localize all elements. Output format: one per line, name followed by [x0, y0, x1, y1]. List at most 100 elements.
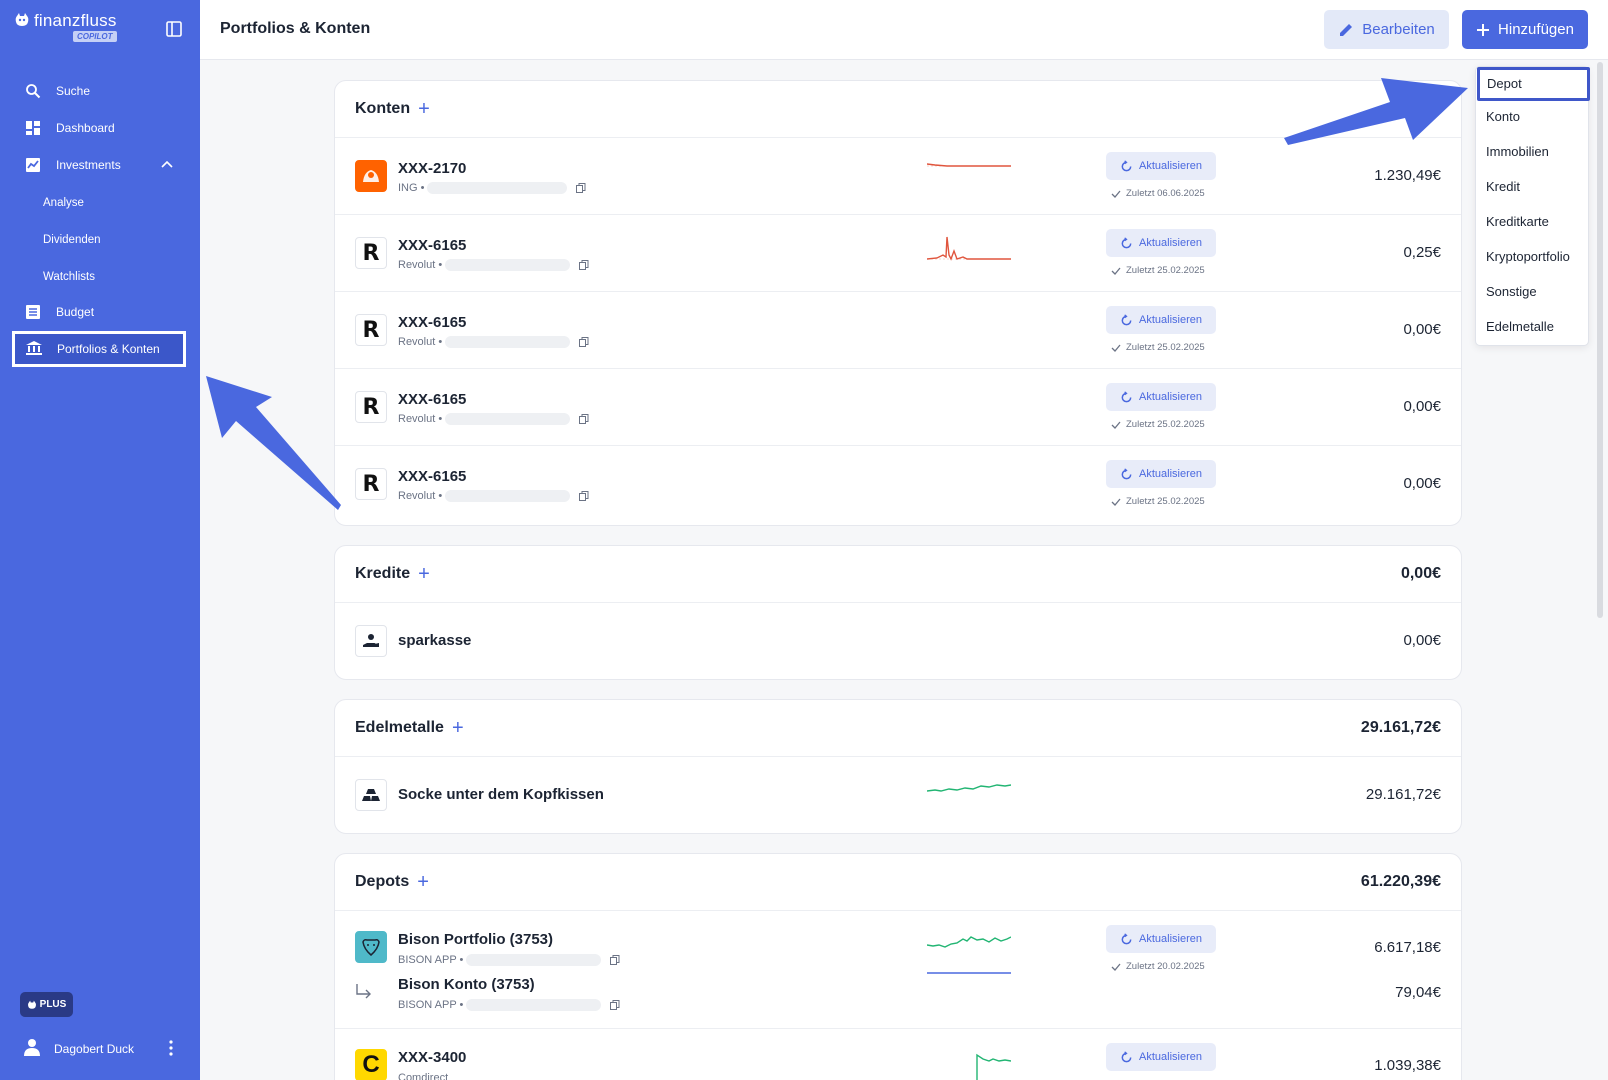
konten-card: Konten + XXX-2170 ING • Aktualisieren Zu…	[334, 80, 1462, 526]
sidebar-item-watchlists[interactable]: Watchlists	[43, 271, 95, 283]
brand-name: finanzfluss	[34, 11, 117, 30]
plus-badge[interactable]: PLUS	[20, 992, 73, 1017]
depots-card: Depots + 61.220,39€ Bison Portfolio (375…	[334, 853, 1462, 1080]
account-name: XXX-6165	[398, 468, 467, 485]
refresh-button[interactable]: Aktualisieren	[1106, 383, 1216, 411]
depot-balance: 6.617,18€	[1374, 939, 1441, 956]
add-konto-icon[interactable]: +	[418, 99, 430, 119]
refresh-button[interactable]: Aktualisieren	[1106, 152, 1216, 180]
last-updated: Zuletzt 25.02.2025	[1111, 496, 1205, 507]
sidebar-item-budget[interactable]: Budget	[24, 303, 94, 321]
account-row[interactable]: R XXX-6165 Revolut • Aktualisieren Zulet…	[335, 292, 1461, 369]
refresh-button[interactable]: Aktualisieren	[1106, 925, 1216, 953]
sidebar-item-investments[interactable]: Investments	[24, 156, 121, 174]
account-row[interactable]: XXX-2170 ING • Aktualisieren Zuletzt 06.…	[335, 138, 1461, 215]
copy-icon[interactable]	[579, 491, 589, 501]
bank-icon	[25, 340, 43, 359]
sidebar-item-label: Suche	[56, 84, 91, 98]
chart-line-icon	[24, 156, 42, 174]
revolut-icon: R	[355, 391, 387, 423]
refresh-label: Aktualisieren	[1139, 160, 1202, 172]
account-provider: Revolut •	[398, 490, 589, 502]
menu-item-kredit[interactable]: Kredit	[1486, 179, 1520, 194]
menu-item-immobilien[interactable]: Immobilien	[1486, 144, 1549, 159]
account-name: XXX-2170	[398, 160, 467, 177]
account-row[interactable]: sparkasse 0,00€	[335, 603, 1461, 679]
menu-item-sonstige[interactable]: Sonstige	[1486, 284, 1537, 299]
kredite-card: Kredite + 0,00€ sparkasse 0,00€	[334, 545, 1462, 680]
depot-name: XXX-3400	[398, 1049, 467, 1066]
user-profile[interactable]: Dagobert Duck	[24, 1038, 134, 1059]
refresh-button[interactable]: Aktualisieren	[1106, 306, 1216, 334]
refresh-button[interactable]: Aktualisieren	[1106, 460, 1216, 488]
provider-label: Revolut •	[398, 259, 443, 271]
refresh-label: Aktualisieren	[1139, 933, 1202, 945]
card-total: 29.161,72€	[1360, 719, 1441, 736]
card-total: 61.220,39€	[1360, 873, 1441, 890]
edit-button[interactable]: Bearbeiten	[1324, 10, 1449, 49]
page-title: Portfolios & Konten	[220, 20, 371, 37]
sidebar-item-suche[interactable]: Suche	[24, 82, 90, 100]
refresh-icon	[1121, 932, 1132, 944]
refresh-icon	[1121, 159, 1132, 171]
chevron-up-icon[interactable]	[160, 158, 174, 172]
depot-row[interactable]: Bison Portfolio (3753) BISON APP • Aktua…	[335, 911, 1461, 1029]
menu-item-kryptoportfolio[interactable]: Kryptoportfolio	[1486, 249, 1570, 264]
refresh-label: Aktualisieren	[1139, 314, 1202, 326]
loan-hand-icon	[355, 625, 387, 657]
scrollbar[interactable]	[1597, 62, 1603, 618]
menu-item-edelmetalle[interactable]: Edelmetalle	[1486, 319, 1554, 334]
finanzfluss-logo[interactable]: finanzfluss COPILOT	[14, 12, 117, 42]
refresh-label: Aktualisieren	[1139, 1051, 1202, 1063]
sidebar-item-portfolios-konten[interactable]: Portfolios & Konten	[12, 331, 186, 367]
sparkline-chart	[927, 236, 1011, 261]
refresh-button[interactable]: Aktualisieren	[1106, 229, 1216, 257]
menu-item-konto[interactable]: Konto	[1486, 109, 1520, 124]
account-row[interactable]: R XXX-6165 Revolut • Aktualisieren Zulet…	[335, 446, 1461, 523]
sidebar-item-analyse[interactable]: Analyse	[43, 197, 84, 209]
card-header: Edelmetalle + 29.161,72€	[335, 700, 1461, 757]
account-name: XXX-6165	[398, 314, 467, 331]
account-row[interactable]: Socke unter dem Kopfkissen 29.161,72€	[335, 757, 1461, 833]
add-kredit-icon[interactable]: +	[418, 564, 430, 584]
account-balance: 0,00€	[1403, 475, 1441, 492]
menu-item-depot[interactable]: Depot	[1477, 67, 1590, 101]
plus-badge-label: PLUS	[39, 999, 67, 1010]
account-provider: Revolut •	[398, 336, 589, 348]
account-row[interactable]: R XXX-6165 Revolut • Aktualisieren Zulet…	[335, 369, 1461, 446]
bison-icon	[355, 931, 387, 963]
copy-icon[interactable]	[576, 183, 586, 193]
comdirect-icon: C	[355, 1049, 387, 1080]
sidebar-item-label: Budget	[56, 305, 95, 319]
copy-icon[interactable]	[579, 260, 589, 270]
more-vertical-icon[interactable]	[168, 1040, 174, 1056]
copy-icon[interactable]	[610, 1000, 620, 1010]
sidebar-item-dashboard[interactable]: Dashboard	[24, 119, 115, 137]
add-depot-icon[interactable]: +	[417, 872, 429, 892]
account-name: sparkasse	[398, 632, 472, 649]
last-updated-label: Zuletzt 25.02.2025	[1126, 342, 1205, 353]
revolut-icon: R	[355, 314, 387, 346]
depot-row[interactable]: C XXX-3400 Comdirect Aktualisieren 1.039…	[335, 1029, 1461, 1080]
edelmetalle-card: Edelmetalle + 29.161,72€ Socke unter dem…	[334, 699, 1462, 834]
add-button[interactable]: Hinzufügen	[1462, 10, 1588, 49]
copy-icon[interactable]	[579, 414, 589, 424]
masked-iban	[445, 490, 571, 502]
refresh-icon	[1121, 467, 1132, 479]
sparkline-chart	[927, 163, 1011, 167]
copy-icon[interactable]	[579, 337, 589, 347]
copy-icon[interactable]	[610, 955, 620, 965]
refresh-button[interactable]: Aktualisieren	[1106, 1043, 1216, 1071]
logo-icon	[27, 1000, 36, 1009]
sidebar-toggle-icon[interactable]	[165, 20, 183, 38]
account-row[interactable]: R XXX-6165 Revolut • Aktualisieren Zulet…	[335, 215, 1461, 292]
sparkline-chart	[976, 1053, 1011, 1080]
list-icon	[24, 303, 42, 321]
last-updated: Zuletzt 25.02.2025	[1111, 342, 1205, 353]
sidebar-item-label: Portfolios & Konten	[57, 342, 160, 356]
menu-item-kreditkarte[interactable]: Kreditkarte	[1486, 214, 1549, 229]
add-edelmetall-icon[interactable]: +	[452, 718, 464, 738]
sidebar-item-label: Dashboard	[56, 121, 115, 135]
sidebar-item-dividenden[interactable]: Dividenden	[43, 234, 101, 246]
refresh-icon	[1121, 1050, 1132, 1062]
